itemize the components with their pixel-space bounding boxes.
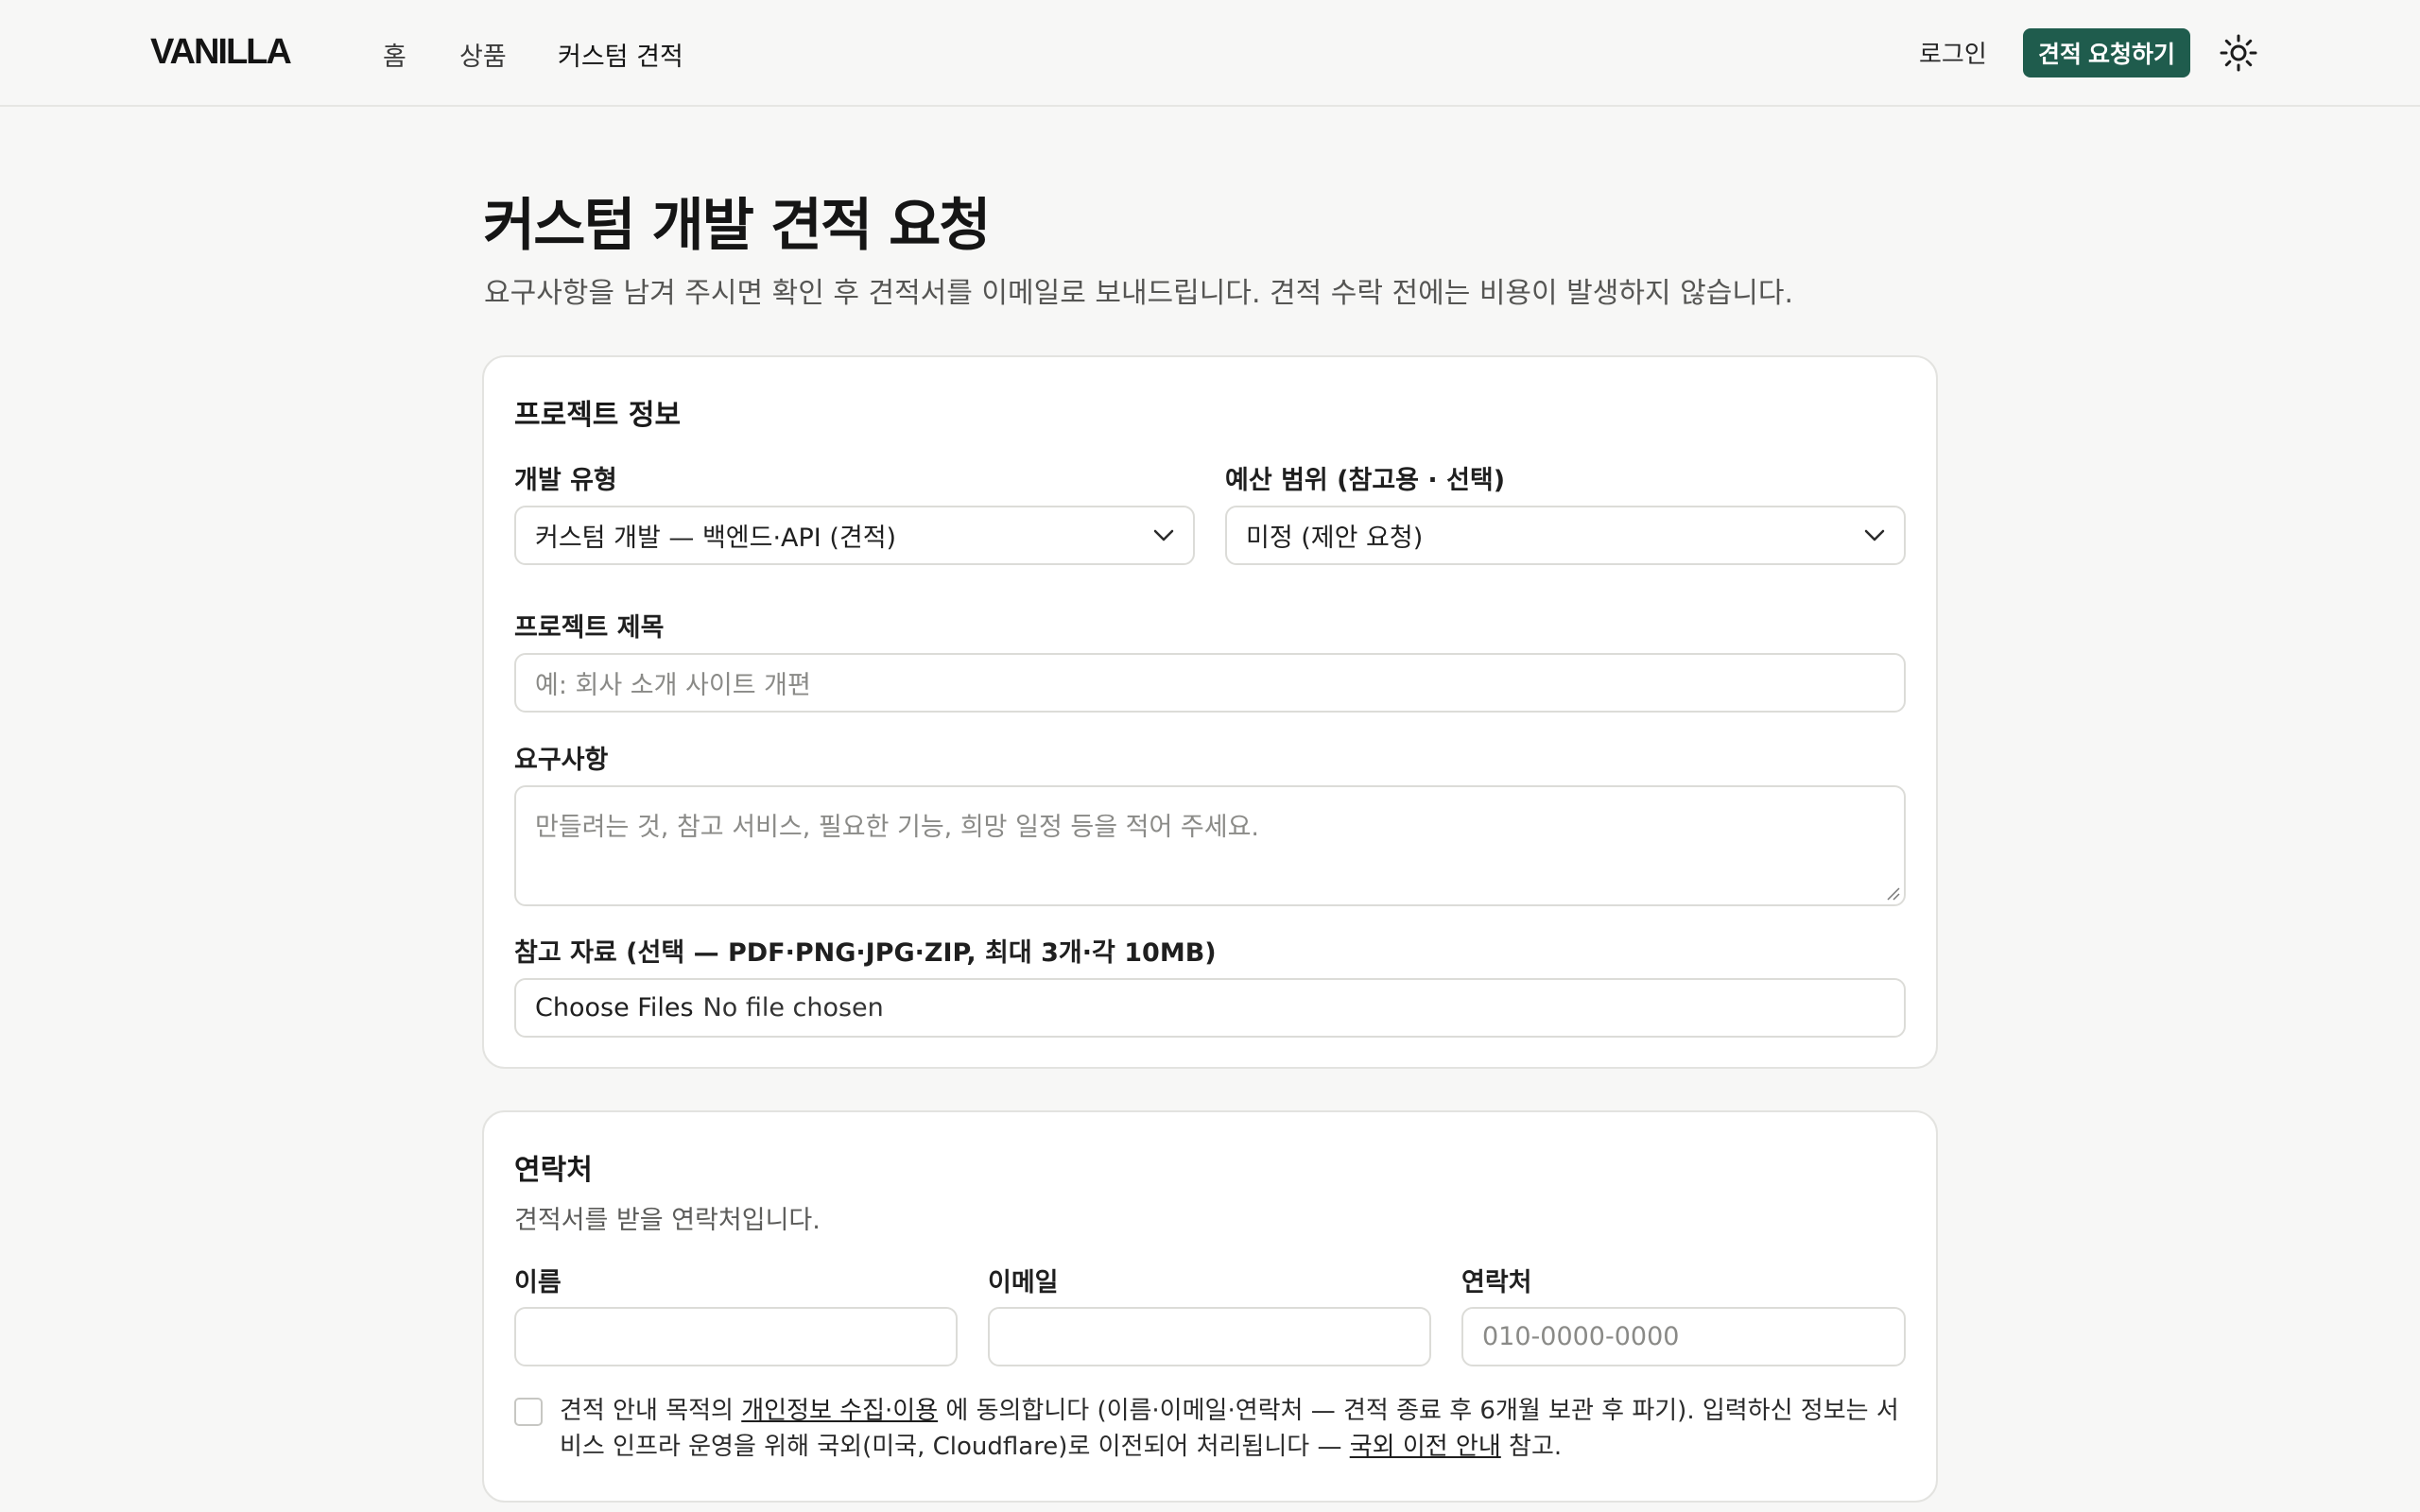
requirements-label: 요구사항	[514, 746, 609, 775]
top-navigation-bar: VANILLA 홈 상품 커스텀 견적 로그인 견적 요청하기	[0, 0, 2420, 107]
project-section-title: 프로젝트 정보	[514, 399, 682, 432]
name-input[interactable]	[514, 1307, 958, 1366]
consent-text-part-3: 참고.	[1500, 1433, 1563, 1461]
request-quote-button[interactable]: 견적 요청하기	[2023, 28, 2190, 77]
consent-text-part-1: 견적 안내 목적의	[560, 1397, 742, 1425]
chevron-down-icon	[1153, 529, 1174, 541]
nav-link-products[interactable]: 상품	[459, 36, 507, 73]
choose-files-button[interactable]: Choose Files	[535, 993, 694, 1022]
project-info-card: 프로젝트 정보 개발 유형 커스텀 개발 — 백엔드·API (견적) 예산 범…	[482, 355, 1938, 1069]
attachments-label: 참고 자료 (선택 — PDF·PNG·JPG·ZIP, 최대 3개·각 10M…	[514, 938, 1217, 968]
login-link[interactable]: 로그인	[1919, 35, 1987, 70]
budget-select[interactable]: 미정 (제안 요청)	[1225, 506, 1906, 565]
page-title: 커스텀 개발 견적 요청	[483, 193, 991, 259]
contact-section-title: 연락처	[514, 1154, 593, 1187]
dev-type-label: 개발 유형	[514, 466, 617, 495]
email-input[interactable]	[988, 1307, 1431, 1366]
consent-text: 견적 안내 목적의 개인정보 수집·이용 에 동의합니다 (이름·이메일·연락처…	[560, 1393, 1902, 1465]
project-title-placeholder: 예: 회사 소개 사이트 개편	[535, 671, 811, 700]
requirements-placeholder: 만들려는 것, 참고 서비스, 필요한 기능, 희망 일정 등을 적어 주세요.	[535, 813, 1259, 842]
project-title-label: 프로젝트 제목	[514, 613, 665, 643]
file-upload-input[interactable]: Choose Files No file chosen	[514, 978, 1906, 1038]
overseas-transfer-link[interactable]: 국외 이전 안내	[1350, 1433, 1501, 1461]
sun-icon	[2220, 34, 2257, 72]
privacy-collection-link[interactable]: 개인정보 수집·이용	[741, 1397, 938, 1425]
file-status-text: No file chosen	[702, 993, 884, 1022]
phone-input[interactable]: 010-0000-0000	[1461, 1307, 1906, 1366]
project-title-input[interactable]: 예: 회사 소개 사이트 개편	[514, 653, 1906, 713]
chevron-down-icon	[1864, 529, 1885, 541]
resize-grip-icon[interactable]	[1885, 885, 1900, 901]
name-label: 이름	[514, 1268, 562, 1297]
contact-description: 견적서를 받을 연락처입니다.	[514, 1206, 821, 1235]
page-subtitle: 요구사항을 남겨 주시면 확인 후 견적서를 이메일로 보내드립니다. 견적 수…	[484, 277, 1794, 310]
budget-label: 예산 범위 (참고용 · 선택)	[1225, 466, 1506, 495]
requirements-textarea[interactable]: 만들려는 것, 참고 서비스, 필요한 기능, 희망 일정 등을 적어 주세요.	[514, 785, 1906, 906]
dev-type-select[interactable]: 커스텀 개발 — 백엔드·API (견적)	[514, 506, 1195, 565]
dev-type-value: 커스텀 개발 — 백엔드·API (견적)	[535, 524, 897, 553]
phone-label: 연락처	[1461, 1268, 1532, 1297]
nav-link-home[interactable]: 홈	[383, 36, 406, 73]
nav-link-custom-quote[interactable]: 커스텀 견적	[558, 36, 683, 73]
theme-toggle-button[interactable]	[2218, 32, 2259, 74]
consent-checkbox[interactable]	[514, 1398, 543, 1426]
brand-logo[interactable]: VANILLA	[150, 32, 292, 73]
phone-placeholder: 010-0000-0000	[1482, 1322, 1680, 1351]
budget-value: 미정 (제안 요청)	[1246, 524, 1424, 553]
contact-card: 연락처 견적서를 받을 연락처입니다. 이름 이메일 연락처 010-0000-…	[482, 1110, 1938, 1503]
email-label: 이메일	[988, 1268, 1059, 1297]
